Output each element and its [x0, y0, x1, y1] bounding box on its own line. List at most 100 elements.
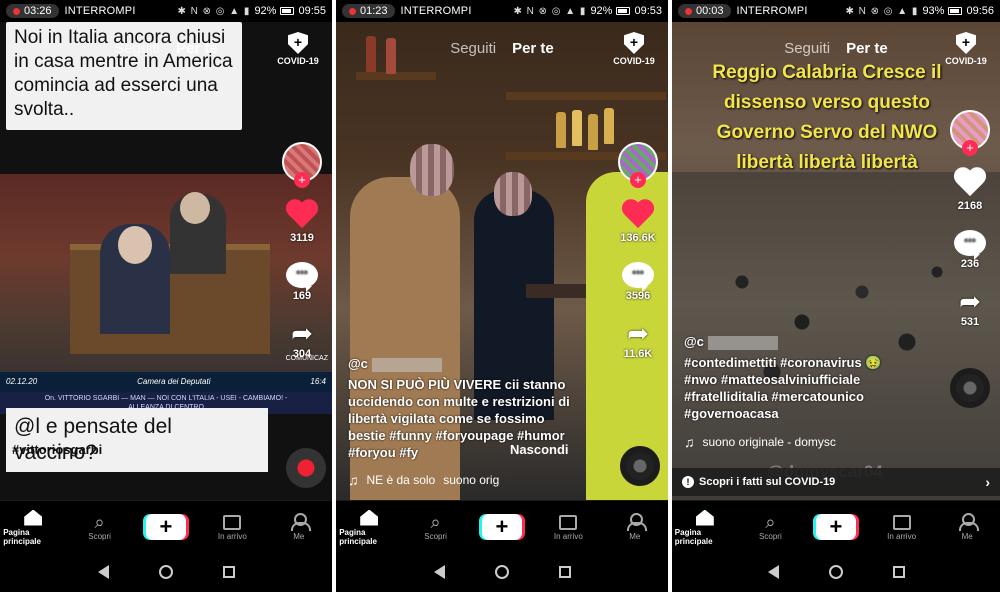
comment-button[interactable]: 236 [954, 230, 986, 270]
battery-icon [280, 7, 295, 15]
home-circle-icon[interactable] [494, 565, 509, 579]
shelf [356, 72, 436, 80]
creator-username-text: @c [348, 356, 368, 371]
nav-inbox[interactable]: In arrivo [202, 512, 262, 541]
creator-username[interactable]: @c [684, 333, 914, 350]
nav-home[interactable]: Pagina principale [675, 508, 735, 546]
nav-home[interactable]: Pagina principale [339, 508, 399, 546]
tab-for-you[interactable]: Per te [176, 40, 218, 57]
back-icon[interactable] [767, 565, 779, 579]
hide-caption-button[interactable]: Nascondi [510, 442, 569, 457]
follow-plus-icon[interactable]: + [630, 172, 646, 188]
interrupt-button[interactable]: INTERROMPI [65, 5, 136, 17]
nav-home[interactable]: Pagina principale [3, 508, 63, 546]
nav-me[interactable]: Me [937, 512, 997, 541]
tab-for-you[interactable]: Per te [846, 40, 888, 57]
follow-plus-icon[interactable]: + [962, 140, 978, 156]
music-line[interactable]: ♫ orenzo Cardia suono oı [12, 472, 160, 488]
home-icon [695, 509, 714, 526]
recents-icon[interactable] [558, 566, 571, 578]
home-circle-icon[interactable] [828, 565, 843, 579]
recents-icon[interactable] [892, 566, 905, 578]
share-arrow-icon: ➦ [291, 318, 313, 348]
covid-info-button[interactable]: COVID-19 [612, 32, 656, 66]
home-circle-icon[interactable] [158, 565, 173, 579]
hashtag-link[interactable]: #vittoriosgarbi [12, 442, 102, 457]
status-icons: ✱ N ⊗ ◎ ▲ ▮ [177, 5, 251, 17]
chevron-right-icon: › [985, 474, 990, 490]
share-count: 11.6K [623, 348, 653, 360]
status-bar: 00:03 INTERROMPI ✱ N ⊗ ◎ ▲ ▮ 93% 09:56 [672, 0, 1000, 22]
create-plus-icon: + [481, 513, 522, 540]
nav-create[interactable]: + [472, 513, 532, 540]
tab-following[interactable]: Seguiti [784, 40, 830, 57]
music-title: suono orig [443, 473, 500, 487]
bottle [588, 114, 598, 150]
sound-disc[interactable] [286, 448, 326, 488]
nav-discover[interactable]: ⌕ Scopri [740, 512, 800, 541]
nav-create[interactable]: + [806, 513, 866, 540]
shield-icon [288, 32, 308, 54]
profile-icon [290, 513, 311, 531]
person-speaker-head [118, 226, 152, 264]
comment-icon [286, 262, 318, 292]
nav-inbox-label: In arrivo [217, 532, 247, 541]
shield-icon [956, 32, 976, 54]
phone-screen-2: 01:23 INTERROMPI ✱ N ⊗ ◎ ▲ ▮ 92% 09:53 S… [336, 0, 668, 592]
nav-inbox[interactable]: In arrivo [538, 512, 598, 541]
creator-avatar[interactable]: + [282, 142, 322, 188]
covid-facts-banner[interactable]: ! Scopri i fatti sul COVID-19 › [672, 468, 1000, 496]
recording-pill[interactable]: 03:26 [6, 4, 59, 18]
sound-disc[interactable] [950, 368, 990, 408]
nav-home-label: Pagina principale [3, 527, 41, 546]
tab-for-you[interactable]: Per te [512, 40, 554, 57]
nav-me-label: Me [629, 532, 641, 541]
music-line[interactable]: ♫ NE è da solo suono orig [348, 472, 499, 488]
nav-inbox[interactable]: In arrivo [872, 512, 932, 541]
share-button[interactable]: ➦ 11.6K [623, 320, 653, 360]
creator-username[interactable]: @c [348, 355, 576, 372]
like-button[interactable]: 3119 [285, 200, 319, 244]
covid-label: COVID-19 [613, 56, 655, 66]
recording-pill[interactable]: 00:03 [678, 4, 731, 18]
music-note-icon: ♫ [348, 472, 359, 488]
status-bar: 03:26 INTERROMPI ✱ N ⊗ ◎ ▲ ▮ 92% 09:55 [0, 0, 332, 22]
recents-icon[interactable] [222, 566, 235, 578]
interrupt-button[interactable]: INTERROMPI [737, 5, 808, 17]
recording-pill[interactable]: 01:23 [342, 4, 395, 18]
covid-info-button[interactable]: COVID-19 [276, 32, 320, 66]
music-line[interactable]: ♫ suono originale - domysc [684, 434, 836, 450]
back-icon[interactable] [97, 565, 109, 579]
sound-disc[interactable] [620, 446, 660, 486]
search-icon: ⌕ [430, 512, 441, 532]
share-arrow-icon: ➦ [959, 286, 981, 316]
interrupt-button[interactable]: INTERROMPI [401, 5, 472, 17]
tv-time: 16:4 [310, 377, 326, 386]
creator-avatar[interactable]: + [618, 142, 658, 188]
tab-following[interactable]: Seguiti [450, 40, 496, 57]
back-icon[interactable] [433, 565, 445, 579]
nav-me[interactable]: Me [269, 512, 329, 541]
comment-button[interactable]: 169 [286, 262, 318, 302]
covid-info-button[interactable]: COVID-19 [944, 32, 988, 66]
nav-discover[interactable]: ⌕ Scopri [406, 512, 466, 541]
tv-source: Camera dei Deputati [137, 377, 211, 386]
creator-avatar[interactable]: + [950, 110, 990, 156]
nav-discover[interactable]: ⌕ Scopri [70, 512, 130, 541]
like-button[interactable]: 136.6K [620, 200, 655, 244]
heart-icon [621, 200, 655, 230]
like-button[interactable]: 2168 [953, 168, 987, 212]
share-button[interactable]: ➦ 531 [955, 288, 985, 328]
bottle [604, 108, 614, 144]
action-rail: + 2168 236 ➦ 531 [944, 110, 996, 408]
share-button[interactable]: ➦ 304 [287, 320, 317, 360]
comment-button[interactable]: 3596 [622, 262, 654, 302]
nav-me[interactable]: Me [605, 512, 665, 541]
bottle [572, 110, 582, 146]
person-background-head [180, 192, 210, 224]
nav-create[interactable]: + [136, 513, 196, 540]
search-icon: ⌕ [765, 512, 776, 532]
tab-following[interactable]: Seguiti [114, 40, 160, 57]
share-arrow-icon: ➦ [627, 318, 649, 348]
follow-plus-icon[interactable]: + [294, 172, 310, 188]
